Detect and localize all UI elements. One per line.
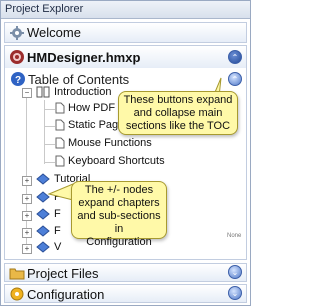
book-icon [36,191,50,203]
tree-line [45,162,55,163]
help-icon: ? [11,72,25,86]
buttons-callout: These buttons expand and collapse main s… [118,91,238,135]
page-icon [55,102,65,114]
project-section: HMDesigner.hmxp ⌃ ? Table of Contents ⌃ … [4,45,247,260]
book-icon [36,173,50,185]
introduction-label[interactable]: Introduction [54,86,111,98]
callout-line: and sub-sections in [77,210,161,235]
callout-line: These buttons expand [123,94,233,106]
callout-line: expand chapters [78,197,160,209]
expand-chapter-node[interactable]: + [22,228,32,238]
page-icon [55,155,65,167]
callout-line: and collapse main [133,107,223,119]
svg-text:?: ? [15,75,21,86]
topic-item[interactable]: Mouse Functions [68,137,152,149]
configuration-section[interactable]: Configuration ⌄ [4,284,247,303]
toc-label: Table of Contents [28,71,130,87]
panel-title: Project Explorer [1,1,250,19]
collapse-project-button[interactable]: ⌃ [228,50,242,64]
expand-chapter-node[interactable]: + [22,211,32,221]
folder-icon [9,268,25,280]
callout-line: The +/- nodes [84,184,154,196]
chapter-label[interactable]: F [54,225,61,237]
project-files-label: Project Files [27,266,99,281]
collapse-introduction-node[interactable]: − [22,88,32,98]
configuration-label: Configuration [27,287,105,302]
book-icon [36,208,50,220]
tree-line [45,109,55,110]
page-icon [55,119,65,131]
book-icon [36,86,50,98]
page-icon [55,137,65,149]
book-icon [36,225,50,237]
none-label: None [227,233,242,239]
expand-chapter-node[interactable]: + [22,194,32,204]
callout-line: sections like the TOC [125,120,231,132]
expand-project-files-button[interactable]: ⌄ [228,265,242,279]
project-label: HMDesigner.hmxp [27,49,141,65]
project-icon [10,50,24,64]
welcome-section[interactable]: Welcome [4,22,247,43]
project-header[interactable]: HMDesigner.hmxp ⌃ [5,46,246,68]
tree-line [45,126,55,127]
book-icon [36,241,50,253]
project-files-section[interactable]: Project Files ⌄ [4,263,247,282]
callout-line: Configuration [86,236,152,248]
gear-icon [10,26,24,40]
expand-tutorial-node[interactable]: + [22,176,32,186]
nodes-callout: The +/- nodes expand chapters and sub-se… [71,181,167,248]
topic-item[interactable]: Keyboard Shortcuts [68,155,165,167]
expand-configuration-button[interactable]: ⌄ [228,286,242,300]
config-icon [10,287,24,301]
tree-line [45,144,55,145]
chapter-label[interactable]: V [54,241,61,253]
chapter-label[interactable]: F [54,208,61,220]
expand-chapter-node[interactable]: + [22,244,32,254]
tree-line [26,98,27,246]
welcome-label: Welcome [27,25,81,40]
project-explorer-panel: Project Explorer Welcome HMDesigner.hmxp… [0,0,251,306]
